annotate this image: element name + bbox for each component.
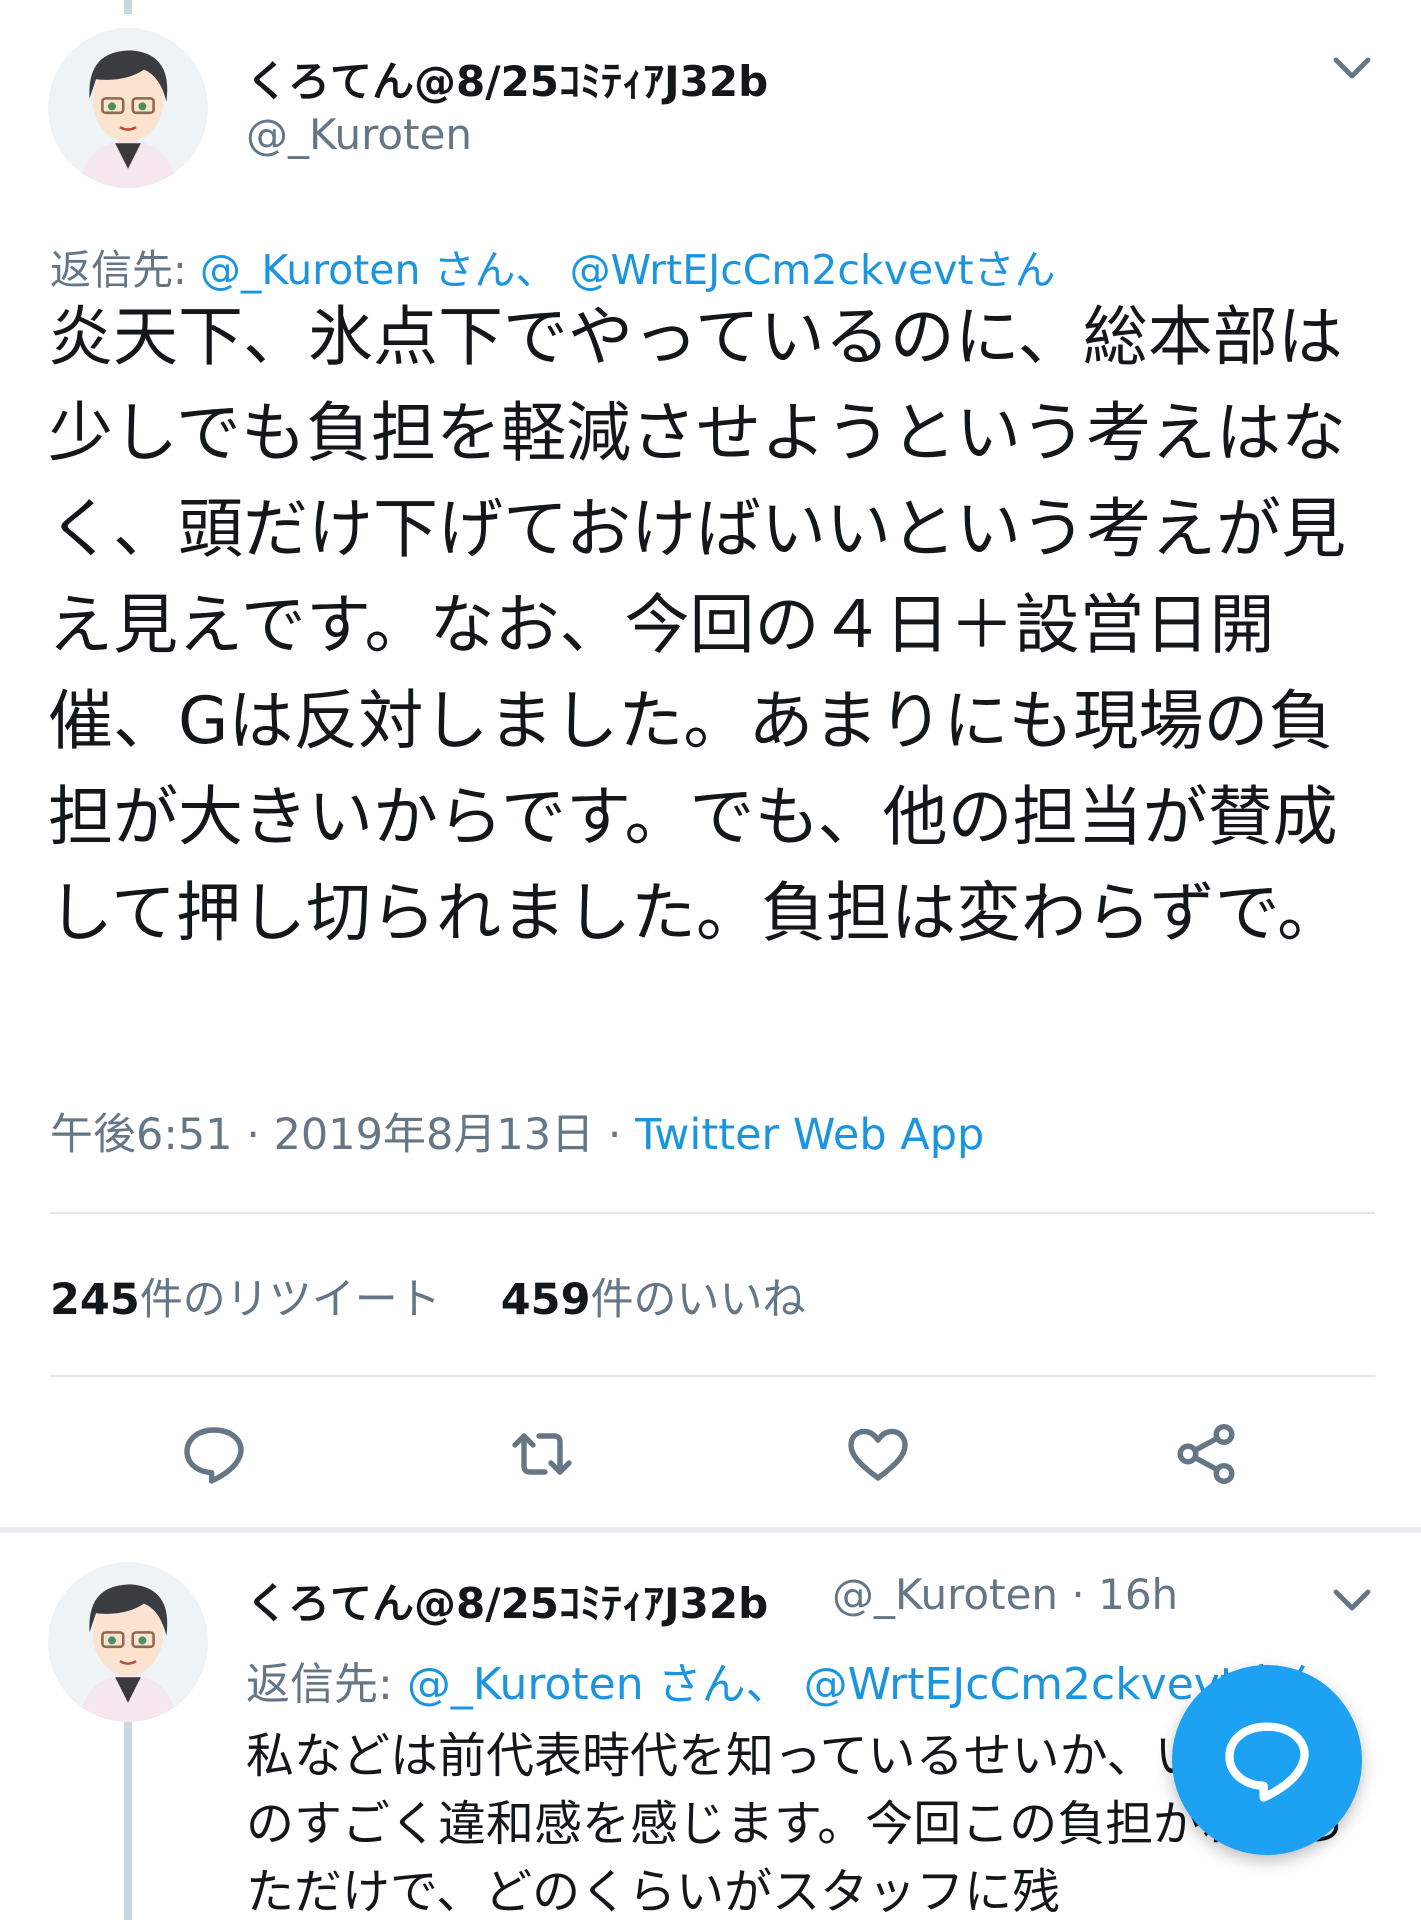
reply-mention-link[interactable]: @_Kuroten さん、 — [200, 246, 557, 294]
reply-mention-link[interactable]: @_Kuroten さん、 — [407, 1659, 790, 1710]
avatar[interactable] — [48, 1562, 208, 1722]
reply-to-line: 返信先: @_Kuroten さん、 @WrtEJcCm2ckvevtさん — [246, 1648, 1325, 1712]
author-handle[interactable]: @_Kuroten — [246, 110, 472, 159]
like-count: 459 — [500, 1275, 591, 1325]
reply-mention-link[interactable]: @WrtEJcCm2ckvevtさん — [570, 246, 1056, 294]
share-icon[interactable] — [1170, 1418, 1242, 1490]
chevron-down-icon[interactable] — [1328, 44, 1376, 92]
divider — [50, 1212, 1375, 1214]
like-label: 件のいいね — [590, 1275, 806, 1325]
divider — [50, 1375, 1375, 1377]
tweet-date: 2019年8月13日 — [273, 1110, 595, 1160]
heart-icon[interactable] — [842, 1418, 914, 1490]
reply-author-handle[interactable]: @_Kuroten — [832, 1570, 1058, 1619]
section-separator — [0, 1527, 1421, 1533]
tweet-stats: 245件のリツイート 459件のいいね — [50, 1265, 806, 1327]
reply-prefix: 返信先: — [50, 246, 200, 294]
reply-meta: @_Kuroten · 16h — [832, 1570, 1179, 1619]
chevron-down-icon[interactable] — [1328, 1576, 1376, 1624]
tweet-meta: 午後6:51 · 2019年8月13日 · Twitter Web App — [50, 1110, 985, 1160]
thread-line-bottom — [124, 1710, 132, 1920]
reply-to-line: 返信先: @_Kuroten さん、 @WrtEJcCm2ckvevtさん — [50, 236, 1056, 296]
reply-prefix: 返信先: — [246, 1659, 407, 1710]
thread-line-top — [124, 0, 132, 14]
compose-button[interactable] — [1172, 1665, 1362, 1855]
reply-age: 16h — [1098, 1570, 1179, 1619]
retweet-stat[interactable]: 245件のリツイート — [50, 1275, 441, 1325]
retweet-count: 245 — [50, 1275, 140, 1325]
tweet-time: 午後6:51 — [50, 1110, 233, 1160]
tweet-text: 炎天下、氷点下でやっているのに、総本部は少しでも負担を軽減させようという考えはな… — [48, 300, 1347, 951]
reply-icon[interactable] — [178, 1418, 250, 1490]
compose-icon — [1225, 1722, 1309, 1802]
reply-author-name[interactable]: くろてん@8/25ｺﾐﾃｨｱJ32b — [246, 1570, 768, 1631]
retweet-label: 件のリツイート — [139, 1275, 441, 1325]
author-name[interactable]: くろてん@8/25ｺﾐﾃｨｱJ32b — [246, 48, 768, 109]
like-stat[interactable]: 459件のいいね — [501, 1275, 806, 1325]
tweet-source-link[interactable]: Twitter Web App — [635, 1110, 984, 1160]
retweet-icon[interactable] — [506, 1418, 578, 1490]
avatar[interactable] — [48, 28, 208, 188]
